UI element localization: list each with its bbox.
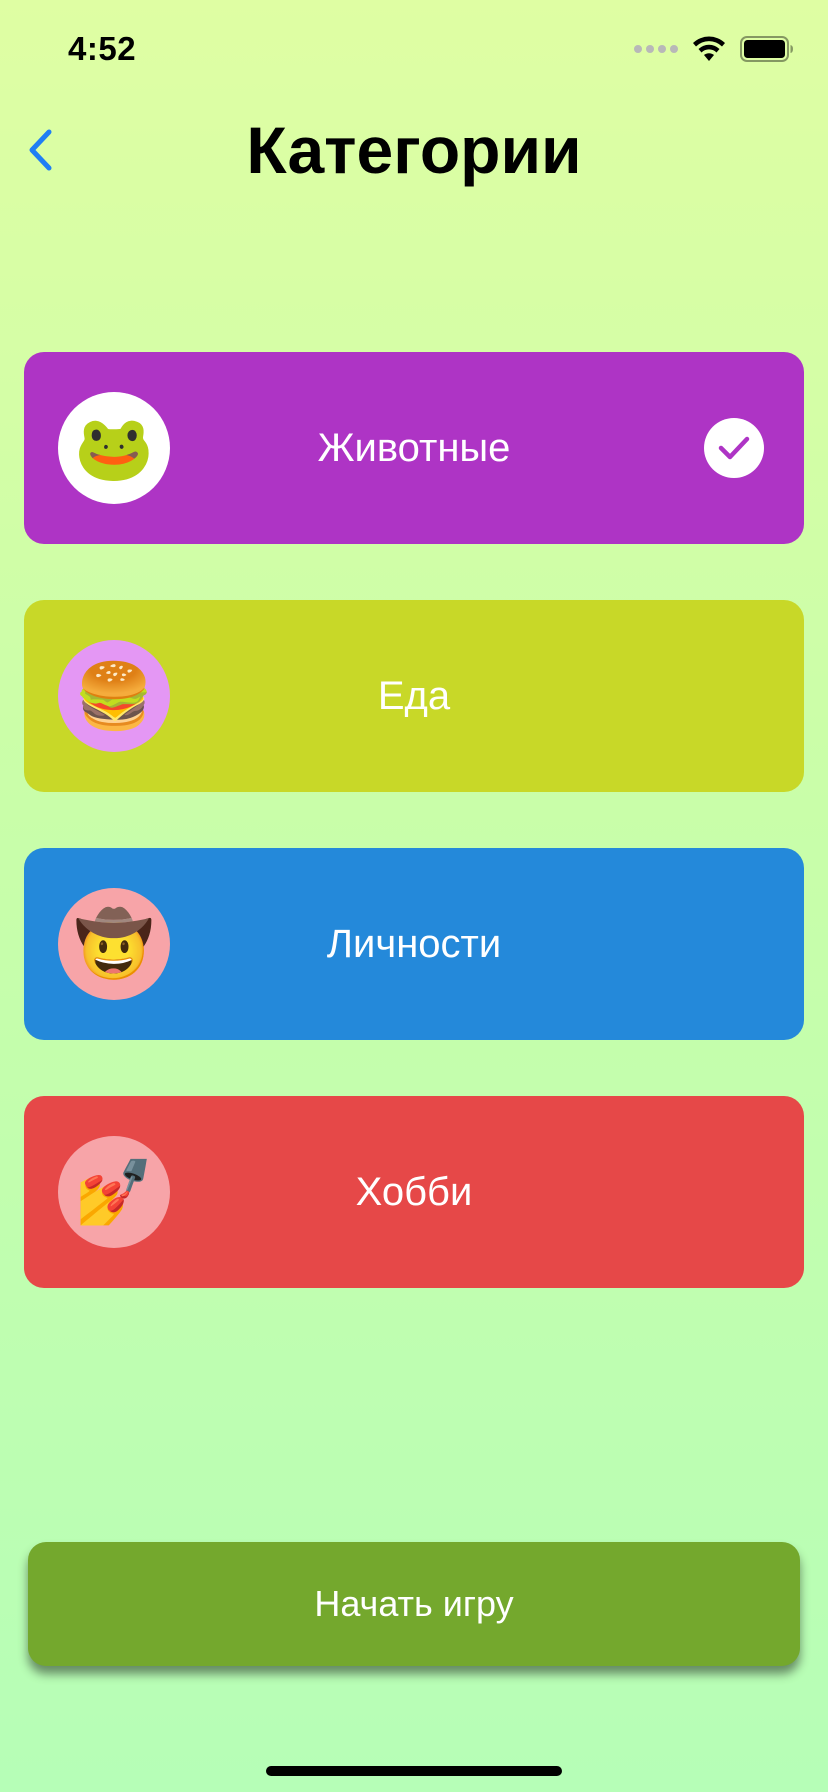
battery-icon <box>740 36 793 62</box>
category-card-animals[interactable]: 🐸 Животные <box>24 352 804 544</box>
page-title: Категории <box>246 113 582 187</box>
start-game-button[interactable]: Начать игру <box>28 1542 800 1666</box>
wifi-icon <box>693 36 725 61</box>
category-label: Животные <box>317 426 511 470</box>
category-card-personalities[interactable]: 🤠 Личности <box>24 848 804 1040</box>
category-label: Личности <box>326 922 502 966</box>
category-list: 🐸 Животные 🍔 Еда 🤠 Личности 💅 Хобби <box>24 352 804 1344</box>
category-card-food[interactable]: 🍔 Еда <box>24 600 804 792</box>
navigation-bar: Категории <box>0 100 828 200</box>
category-card-hobbies[interactable]: 💅 Хобби <box>24 1096 804 1288</box>
status-time: 4:52 <box>68 30 137 67</box>
checkmark-icon <box>704 418 764 478</box>
signal-icon <box>634 45 678 53</box>
category-label: Хобби <box>355 1170 473 1214</box>
home-indicator <box>266 1766 562 1776</box>
status-icons <box>634 36 794 62</box>
category-label: Еда <box>377 674 451 718</box>
status-bar: 4:52 <box>0 0 828 100</box>
